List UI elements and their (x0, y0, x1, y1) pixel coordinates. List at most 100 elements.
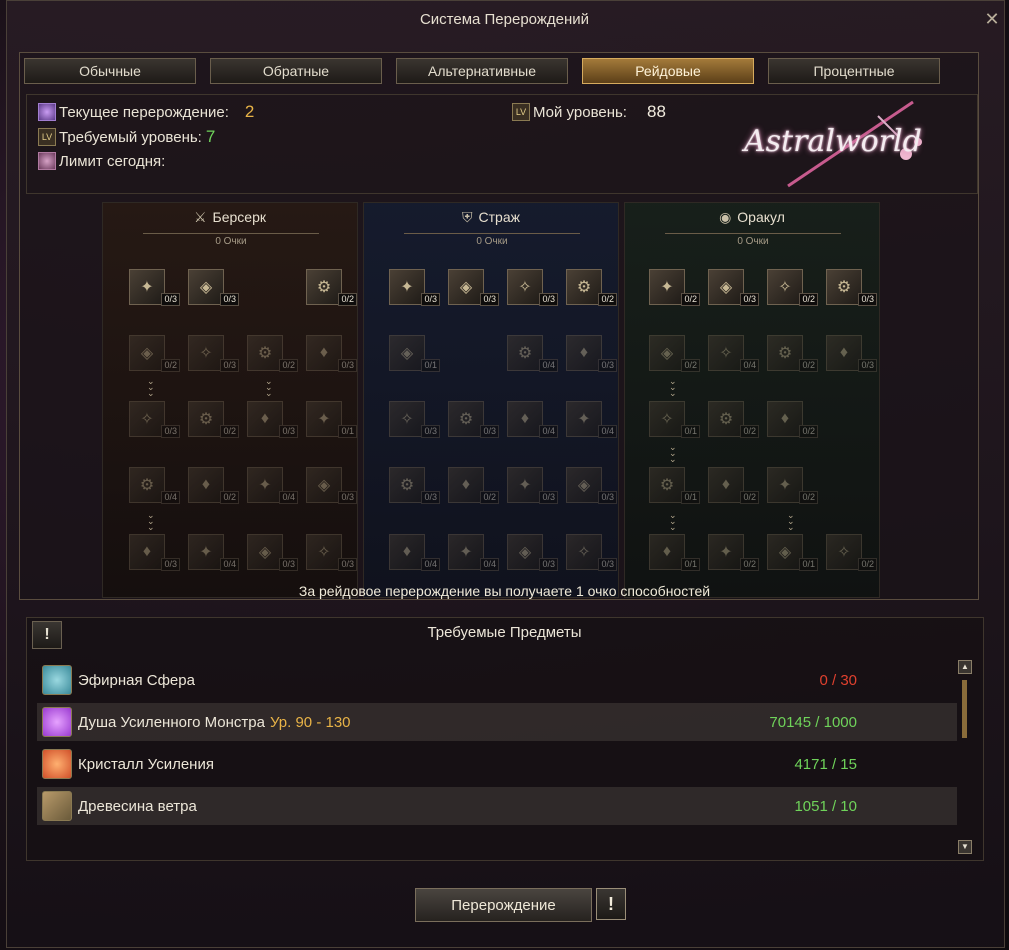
skill-slot[interactable]: ⚙ 0/4 (129, 467, 180, 504)
skill-slot[interactable]: ♦ 0/3 (129, 534, 180, 571)
skill-slot[interactable]: ⚙ 0/1 (649, 467, 700, 504)
skill-slot[interactable]: ◈ 0/3 (247, 534, 298, 571)
skill-slot[interactable]: ⚙ 0/2 (708, 401, 759, 438)
skill-count: 0/3 (598, 491, 617, 504)
tree-header: ⛨ Страж (364, 209, 618, 226)
skill-count: 0/1 (681, 558, 700, 571)
skill-count: 0/3 (598, 359, 617, 372)
skill-slot[interactable]: ✧ 0/3 (129, 401, 180, 438)
skill-icon: ⚙ (316, 279, 332, 296)
skill-slot[interactable]: ◈ 0/2 (649, 335, 700, 372)
tab-label: Альтернативные (428, 63, 536, 79)
skill-count: 0/3 (279, 425, 298, 438)
list-item[interactable]: Кристалл Усиления 4171 / 15 (37, 745, 957, 783)
skill-slot[interactable]: ◈ 0/3 (566, 467, 617, 504)
skill-slot[interactable]: ⚙ 0/3 (389, 467, 440, 504)
tree-points: 0 Очки (143, 233, 319, 247)
skill-count: 0/3 (539, 293, 558, 306)
skill-slot[interactable]: ◈ 0/1 (767, 534, 818, 571)
list-item[interactable]: Эфирная Сфера 0 / 30 (37, 661, 957, 699)
skill-slot[interactable]: ✦ 0/2 (649, 269, 700, 306)
skill-slot[interactable]: ♦ 0/3 (247, 401, 298, 438)
skill-icon: ♦ (721, 476, 731, 493)
skill-slot[interactable]: ♦ 0/2 (188, 467, 239, 504)
skill-slot[interactable]: ⚙ 0/2 (247, 335, 298, 372)
shield-icon: ⛨ (462, 209, 473, 225)
skill-slot[interactable]: ✧ 0/3 (389, 401, 440, 438)
skill-slot[interactable]: ◈ 0/3 (448, 269, 499, 306)
list-item[interactable]: Древесина ветра 1051 / 10 (37, 787, 957, 825)
skill-count: 0/2 (740, 491, 759, 504)
tab-bar: Обычные Обратные Альтернативные Рейдовые… (24, 58, 940, 84)
scroll-up-icon[interactable]: ▲ (958, 660, 972, 674)
skill-count: 0/3 (220, 359, 239, 372)
skill-slot[interactable]: ◈ 0/2 (129, 335, 180, 372)
skill-slot[interactable]: ✦ 0/3 (389, 269, 440, 306)
skill-slot[interactable]: ♦ 0/2 (767, 401, 818, 438)
skill-slot[interactable]: ✦ 0/2 (767, 467, 818, 504)
item-qty: 1051 / 10 (794, 797, 857, 815)
skill-slot[interactable]: ⚙ 0/2 (188, 401, 239, 438)
skill-icon: ✦ (317, 411, 331, 428)
list-item[interactable]: Душа Усиленного Монстра Ур. 90 - 130 701… (37, 703, 957, 741)
skill-slot[interactable]: ♦ 0/4 (389, 534, 440, 571)
skill-count: 0/2 (681, 293, 700, 306)
skill-slot[interactable]: ⚙ 0/2 (767, 335, 818, 372)
skill-slot[interactable]: ✦ 0/3 (129, 269, 180, 306)
skill-slot[interactable]: ✦ 0/3 (507, 467, 558, 504)
scroll-down-icon[interactable]: ▼ (958, 840, 972, 854)
skill-slot[interactable]: ✧ 0/3 (566, 534, 617, 571)
skill-slot[interactable]: ✧ 0/2 (826, 534, 877, 571)
skill-count: 0/2 (279, 359, 298, 372)
item-name: Кристалл Усиления (78, 755, 214, 773)
skill-icon: ♦ (319, 344, 329, 361)
skill-count: 0/4 (480, 558, 499, 571)
skill-slot[interactable]: ⚙ 0/3 (826, 269, 877, 306)
skill-count: 0/4 (598, 425, 617, 438)
skill-slot[interactable]: ◈ 0/1 (389, 335, 440, 372)
skill-slot[interactable]: ✧ 0/3 (507, 269, 558, 306)
skill-slot[interactable]: ⚙ 0/2 (306, 269, 357, 306)
skill-slot[interactable]: ✦ 0/4 (566, 401, 617, 438)
skill-slot[interactable]: ✧ 0/4 (708, 335, 759, 372)
skill-slot[interactable]: ✧ 0/2 (767, 269, 818, 306)
skill-slot[interactable]: ✦ 0/4 (188, 534, 239, 571)
skill-slot[interactable]: ♦ 0/1 (649, 534, 700, 571)
skill-icon: ✦ (660, 279, 674, 296)
skill-slot[interactable]: ♦ 0/4 (507, 401, 558, 438)
skill-slot[interactable]: ✧ 0/1 (649, 401, 700, 438)
tab-percent[interactable]: Процентные (768, 58, 940, 84)
skill-slot[interactable]: ♦ 0/3 (306, 335, 357, 372)
skill-count: 0/3 (421, 491, 440, 504)
skill-slot[interactable]: ◈ 0/3 (507, 534, 558, 571)
rebirth-info-button[interactable]: ! (596, 888, 626, 920)
skill-icon: ♦ (201, 476, 211, 493)
skill-slot[interactable]: ⚙ 0/2 (566, 269, 617, 306)
skill-icon: ⚙ (198, 411, 214, 428)
skill-slot[interactable]: ✦ 0/1 (306, 401, 357, 438)
skill-slot[interactable]: ◈ 0/3 (306, 467, 357, 504)
tab-alternative[interactable]: Альтернативные (396, 58, 568, 84)
tab-reverse[interactable]: Обратные (210, 58, 382, 84)
skill-slot[interactable]: ✦ 0/2 (708, 534, 759, 571)
skill-slot[interactable]: ◈ 0/3 (708, 269, 759, 306)
skill-slot[interactable]: ⚙ 0/4 (507, 335, 558, 372)
skill-slot[interactable]: ✧ 0/3 (188, 335, 239, 372)
skill-slot[interactable]: ♦ 0/3 (826, 335, 877, 372)
skill-slot[interactable]: ♦ 0/3 (566, 335, 617, 372)
warn-icon: ! (608, 893, 614, 914)
skill-slot[interactable]: ✦ 0/4 (448, 534, 499, 571)
required-level-value: 7 (205, 127, 216, 146)
skill-slot[interactable]: ✧ 0/3 (306, 534, 357, 571)
skill-count: 0/3 (539, 491, 558, 504)
scrollbar-thumb[interactable] (962, 680, 967, 738)
tab-raid[interactable]: Рейдовые (582, 58, 754, 84)
skill-slot[interactable]: ♦ 0/2 (448, 467, 499, 504)
skill-slot[interactable]: ⚙ 0/3 (448, 401, 499, 438)
skill-slot[interactable]: ♦ 0/2 (708, 467, 759, 504)
tab-normal[interactable]: Обычные (24, 58, 196, 84)
skill-slot[interactable]: ◈ 0/3 (188, 269, 239, 306)
skill-slot[interactable]: ✦ 0/4 (247, 467, 298, 504)
close-icon[interactable]: ✕ (983, 10, 1001, 28)
rebirth-button[interactable]: Перерождение (415, 888, 592, 922)
